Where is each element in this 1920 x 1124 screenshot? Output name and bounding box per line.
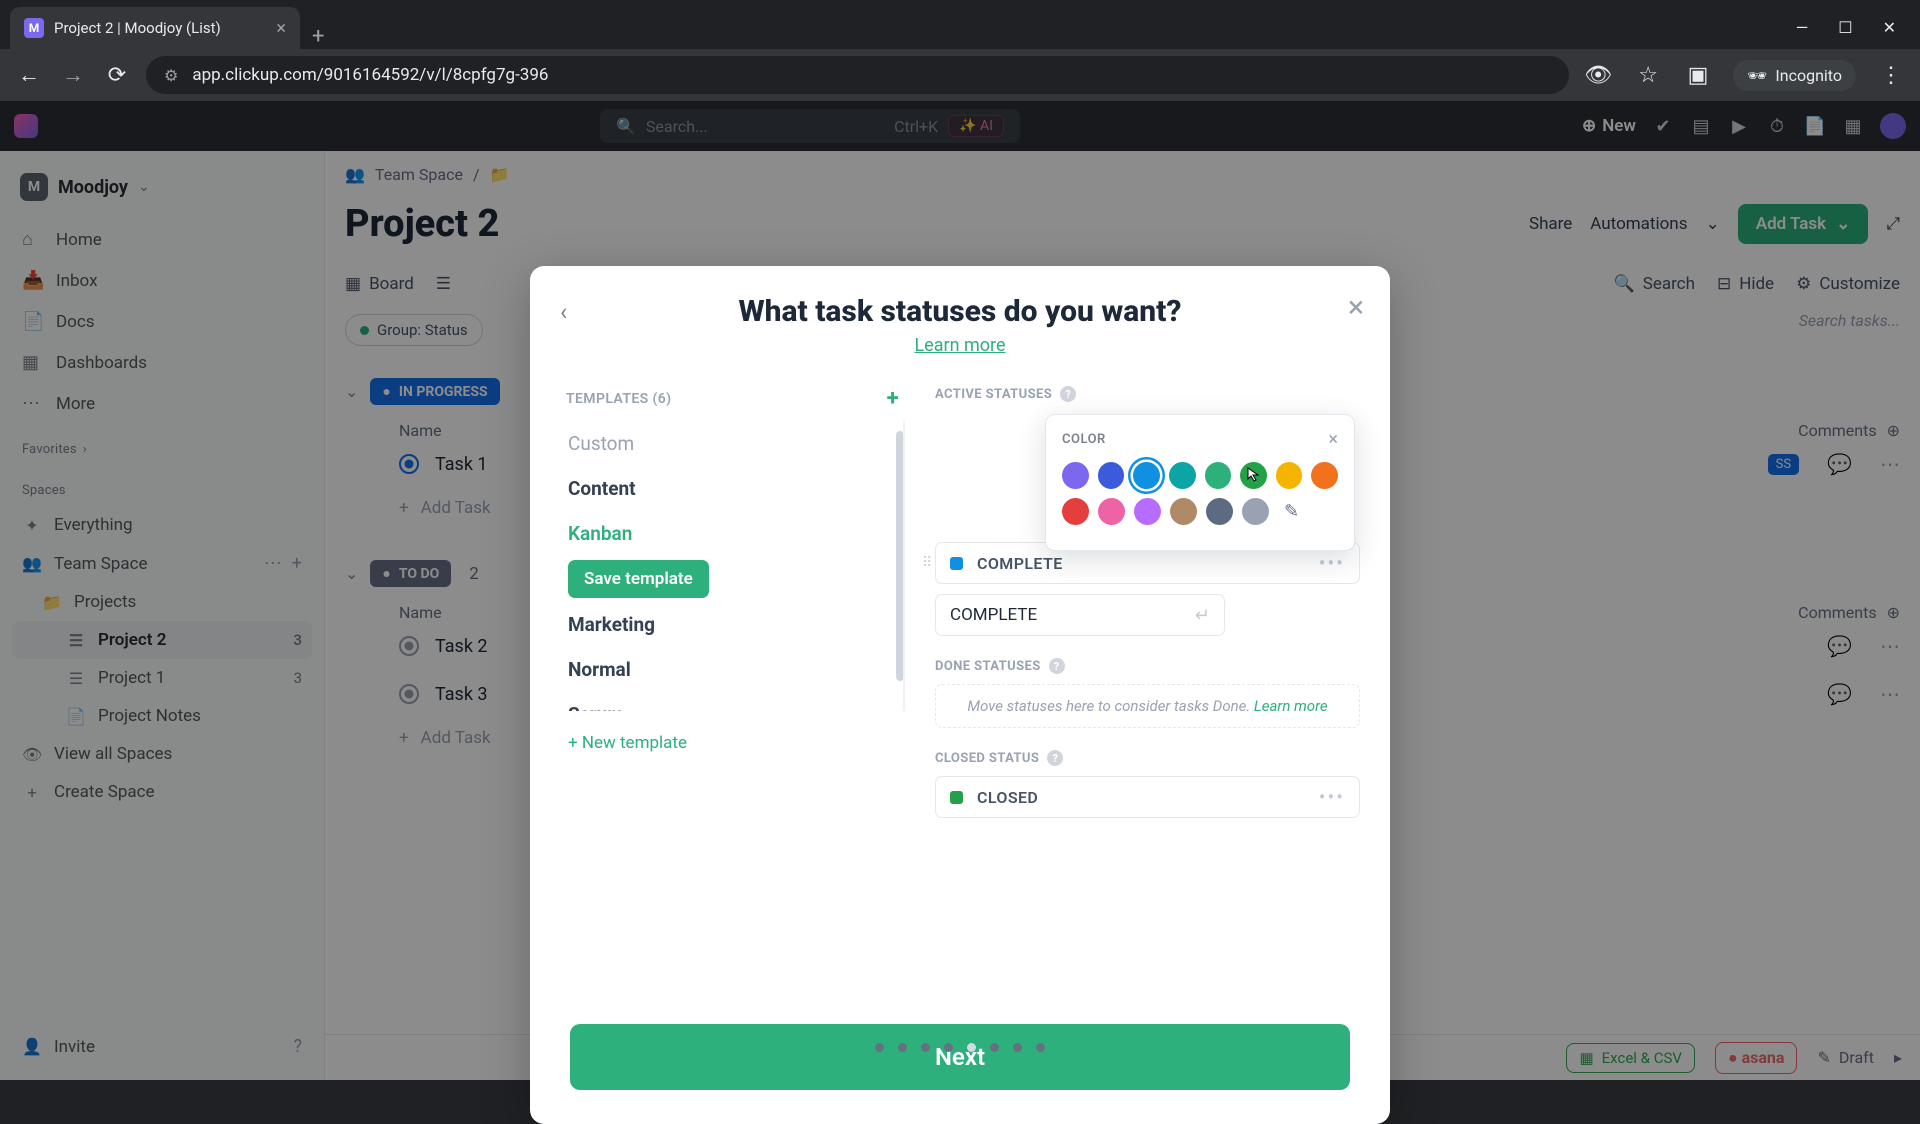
tab-favicon: M	[24, 18, 44, 38]
color-swatch[interactable]	[1098, 462, 1125, 489]
color-swatch-row: ✎	[1062, 498, 1338, 525]
address-bar: ← → ⟳ ⚙ app.clickup.com/9016164592/v/l/8…	[0, 49, 1920, 101]
reload-icon[interactable]: ⟳	[102, 63, 132, 88]
close-color-picker-icon[interactable]: ×	[1328, 429, 1338, 450]
forward-icon[interactable]: →	[58, 62, 88, 88]
color-label: COLOR	[1062, 432, 1106, 447]
new-tab-button[interactable]: +	[300, 24, 336, 49]
done-statuses-heading: DONE STATUSES?	[935, 658, 1360, 674]
close-icon[interactable]: ×	[1348, 290, 1364, 325]
help-icon[interactable]: ?	[1047, 750, 1063, 766]
template-item-scrum[interactable]: Scrum	[560, 692, 893, 711]
url-text: app.clickup.com/9016164592/v/l/8cpfg7g-3…	[192, 65, 548, 85]
incognito-icon: 🕶	[1747, 66, 1767, 85]
template-item-normal[interactable]: Normal	[560, 647, 893, 692]
new-status-input[interactable]	[950, 605, 1183, 625]
status-item-closed[interactable]: CLOSED •••	[935, 776, 1360, 818]
back-button[interactable]: ‹	[560, 298, 567, 326]
eyedropper-icon[interactable]: ✎	[1278, 498, 1305, 525]
tab-title: Project 2 | Moodjoy (List)	[54, 19, 221, 37]
done-hint: Move statuses here to consider tasks Don…	[967, 697, 1254, 715]
closed-status-heading: CLOSED STATUS?	[935, 750, 1360, 766]
template-item-marketing[interactable]: Marketing	[560, 602, 893, 647]
enter-icon[interactable]: ↵	[1195, 605, 1210, 626]
done-learn-more-link[interactable]: Learn more	[1254, 697, 1328, 715]
help-icon[interactable]: ?	[1049, 658, 1065, 674]
color-swatch[interactable]	[1169, 462, 1196, 489]
pager-dot[interactable]	[1036, 1043, 1045, 1052]
color-swatch-row	[1062, 462, 1338, 489]
window-controls: — ☐ ✕	[1796, 18, 1910, 49]
pager-dot[interactable]	[875, 1043, 884, 1052]
color-swatch[interactable]	[1134, 498, 1161, 525]
status-more-icon[interactable]: •••	[1319, 551, 1345, 575]
color-swatch[interactable]	[1311, 462, 1338, 489]
back-icon[interactable]: ←	[14, 62, 44, 88]
minimize-icon[interactable]: —	[1796, 18, 1809, 37]
status-name: CLOSED	[977, 788, 1038, 807]
add-template-icon[interactable]: +	[887, 386, 899, 411]
color-swatch[interactable]	[1240, 462, 1267, 489]
save-template-button[interactable]: Save template	[568, 560, 709, 598]
bookmark-icon[interactable]: ☆	[1633, 63, 1663, 88]
new-template-link[interactable]: + New template	[560, 711, 905, 775]
modal-title: What task statuses do you want?	[564, 294, 1356, 329]
color-swatch[interactable]	[1205, 462, 1232, 489]
next-button[interactable]: Next	[570, 1024, 1350, 1090]
statuses-column: ACTIVE STATUSES? COLOR × ✎ ⠿ COMPLET	[935, 386, 1360, 1014]
status-name: COMPLETE	[977, 554, 1063, 573]
color-swatch[interactable]	[1276, 462, 1303, 489]
pager-dot[interactable]	[1013, 1043, 1022, 1052]
pager-dot[interactable]	[898, 1043, 907, 1052]
template-item-kanban[interactable]: Kanban	[560, 511, 893, 556]
status-more-icon[interactable]: •••	[1319, 785, 1345, 809]
new-status-input-row: ↵	[935, 594, 1225, 636]
drag-handle-icon[interactable]: ⠿	[922, 555, 929, 571]
template-item-content[interactable]: Content	[560, 466, 893, 511]
app-window: 🔍 Search... Ctrl+K ✨ AI ⊕New ✔ ▤ ▶ ⏱ 📄 ▦…	[0, 101, 1920, 1080]
done-drop-zone[interactable]: Move statuses here to consider tasks Don…	[935, 684, 1360, 728]
pager-dot[interactable]	[990, 1043, 999, 1052]
url-field[interactable]: ⚙ app.clickup.com/9016164592/v/l/8cpfg7g…	[146, 56, 1569, 94]
status-color-dot[interactable]	[950, 791, 963, 804]
site-settings-icon[interactable]: ⚙	[164, 66, 178, 85]
status-color-dot[interactable]	[950, 557, 963, 570]
pager-dot[interactable]	[967, 1043, 976, 1052]
learn-more-link[interactable]: Learn more	[914, 335, 1005, 356]
tab-close-icon[interactable]: ×	[276, 18, 286, 39]
templates-heading: TEMPLATES (6)	[566, 391, 671, 407]
close-window-icon[interactable]: ✕	[1883, 18, 1896, 37]
templates-list: Custom Content Kanban Save template Mark…	[560, 421, 905, 711]
kebab-icon[interactable]: ⋮	[1876, 63, 1906, 88]
browser-tab[interactable]: M Project 2 | Moodjoy (List) ×	[10, 7, 300, 49]
help-icon[interactable]: ?	[1060, 386, 1076, 402]
color-picker-popover: COLOR × ✎	[1045, 414, 1355, 551]
scrollbar-handle[interactable]	[896, 431, 904, 681]
color-swatch[interactable]	[1242, 498, 1269, 525]
panel-icon[interactable]: ▣	[1683, 63, 1713, 88]
status-wizard-modal: ‹ What task statuses do you want? Learn …	[530, 266, 1390, 1124]
pager-dot[interactable]	[921, 1043, 930, 1052]
pager-dot[interactable]	[944, 1043, 953, 1052]
wizard-pager	[875, 1043, 1045, 1052]
active-statuses-heading: ACTIVE STATUSES?	[935, 386, 1360, 402]
incognito-badge: 🕶 Incognito	[1733, 60, 1856, 91]
color-swatch[interactable]	[1062, 498, 1089, 525]
color-swatch[interactable]	[1170, 498, 1197, 525]
color-swatch[interactable]	[1206, 498, 1233, 525]
template-item-custom[interactable]: Custom	[560, 421, 893, 466]
color-swatch[interactable]	[1133, 462, 1160, 489]
maximize-icon[interactable]: ☐	[1838, 18, 1852, 37]
browser-tab-strip: M Project 2 | Moodjoy (List) × + — ☐ ✕	[0, 0, 1920, 49]
eye-off-icon[interactable]: 👁	[1583, 63, 1613, 88]
incognito-label: Incognito	[1775, 66, 1842, 85]
templates-column: TEMPLATES (6) + Custom Content Kanban Sa…	[560, 386, 905, 1014]
color-swatch[interactable]	[1098, 498, 1125, 525]
color-swatch[interactable]	[1062, 462, 1089, 489]
